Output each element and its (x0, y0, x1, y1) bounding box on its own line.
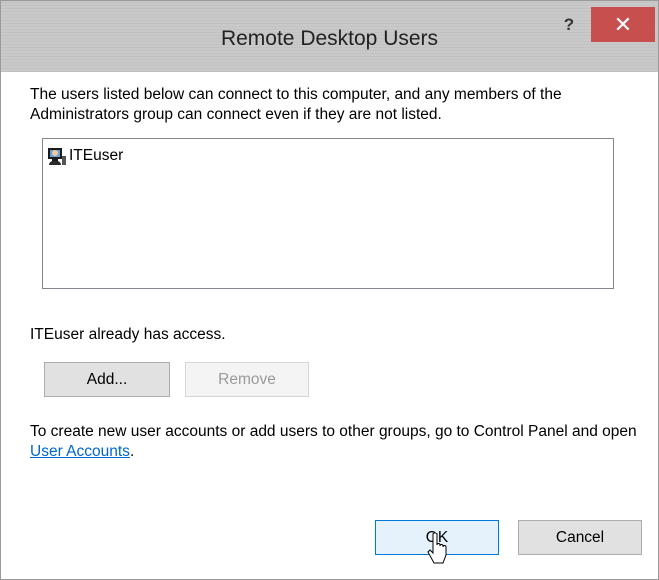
cancel-button[interactable]: Cancel (518, 520, 642, 555)
close-icon: ✕ (613, 12, 633, 37)
status-text: ITEuser already has access. (30, 326, 226, 343)
user-accounts-link[interactable]: User Accounts (30, 443, 130, 460)
remove-button[interactable]: Remove (185, 362, 309, 397)
description-text: The users listed below can connect to th… (30, 86, 562, 123)
dialog-window: Remote Desktop Users ? ✕ The users liste… (0, 0, 659, 580)
info-text-before: To create new user accounts or add users… (30, 423, 637, 440)
title-bar[interactable]: Remote Desktop Users ? ✕ (1, 1, 658, 72)
list-item[interactable]: ITEuser (47, 145, 123, 167)
info-text: To create new user accounts or add users… (30, 422, 642, 462)
users-list[interactable]: ITEuser (42, 138, 614, 289)
info-text-after: . (129, 443, 135, 460)
help-button[interactable]: ? (552, 9, 586, 41)
close-button[interactable]: ✕ (591, 7, 655, 42)
ok-button[interactable]: OK (375, 520, 499, 555)
user-icon (48, 148, 66, 165)
user-name: ITEuser (69, 147, 124, 164)
add-button[interactable]: Add... (44, 362, 170, 397)
